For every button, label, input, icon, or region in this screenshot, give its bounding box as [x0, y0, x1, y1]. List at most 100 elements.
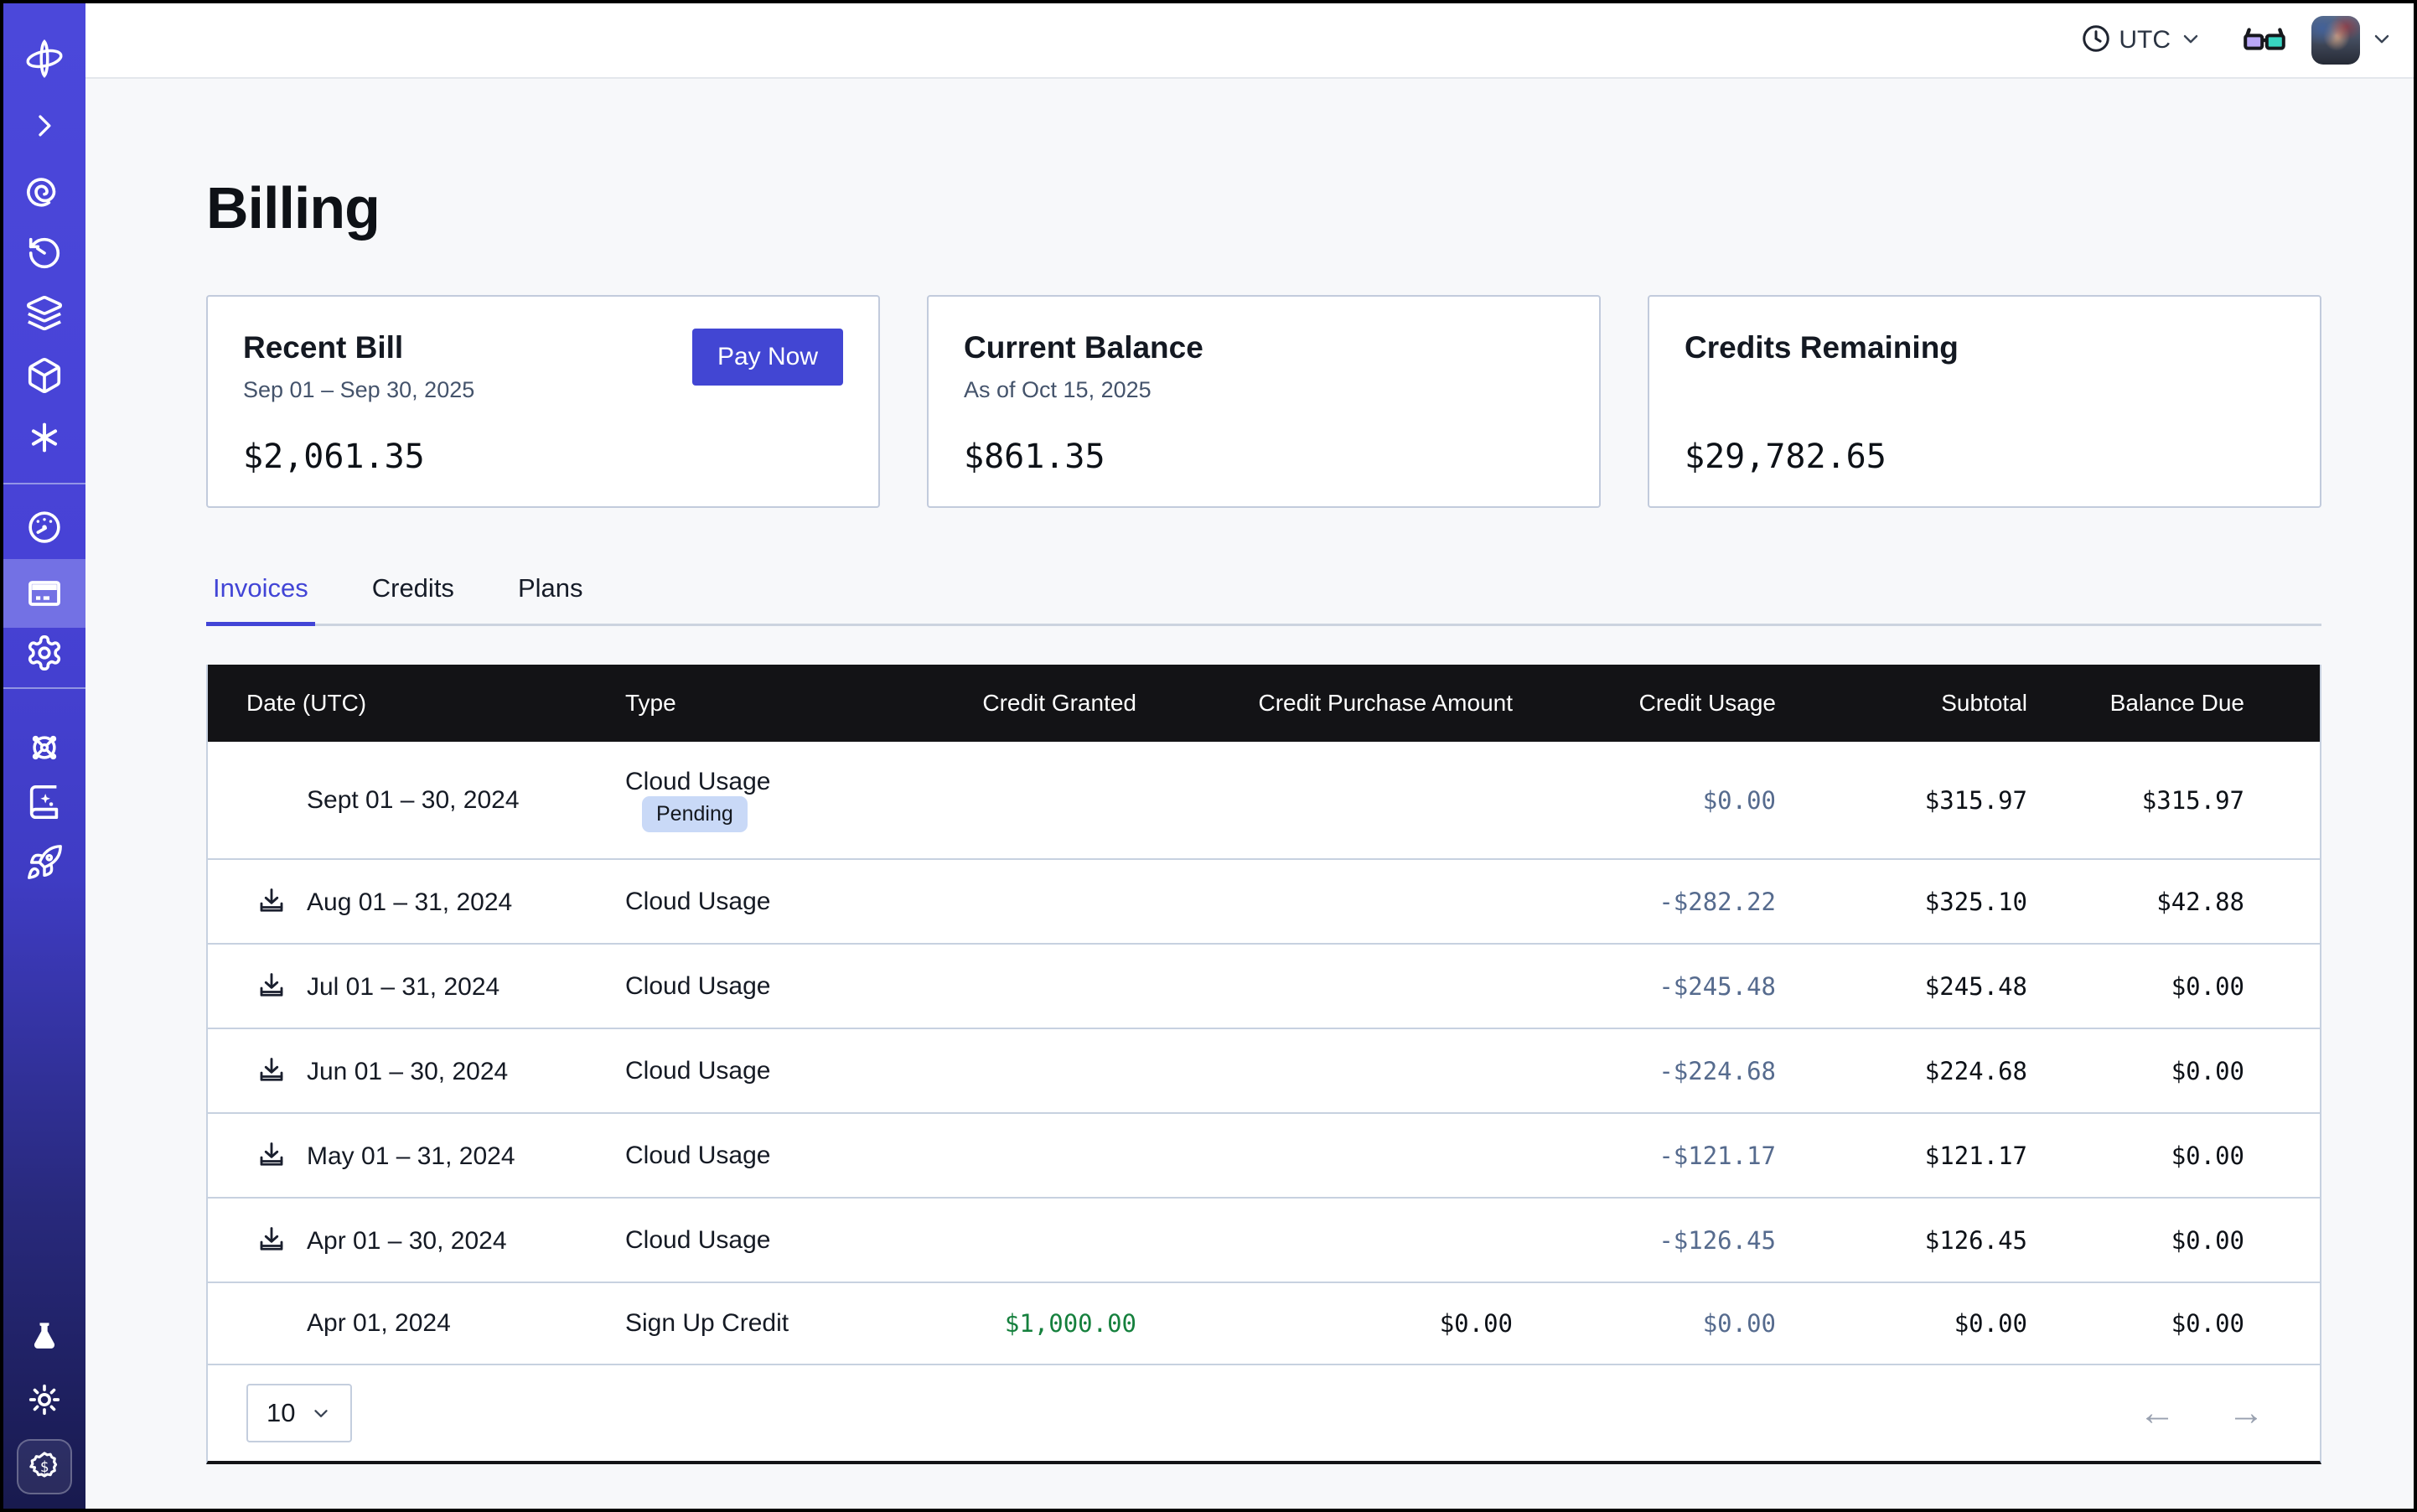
invoice-type: Cloud Usage — [625, 888, 770, 915]
balance-due-cell: $0.00 — [2027, 1198, 2320, 1282]
type-cell: Sign Up Credit — [625, 1282, 885, 1364]
subtotal-cell: $245.48 — [1776, 944, 2027, 1028]
date-cell: Apr 01, 2024 — [208, 1282, 625, 1364]
main-content: Billing Recent Bill Sep 01 – Sep 30, 202… — [206, 80, 2321, 1464]
layers-icon[interactable] — [3, 280, 85, 347]
cube-icon[interactable] — [3, 342, 85, 409]
credit-purchase-cell — [1136, 1113, 1513, 1198]
tab-plans[interactable]: Plans — [511, 563, 590, 624]
type-cell: Cloud Usage — [625, 1198, 885, 1282]
glasses-icon[interactable] — [2241, 20, 2288, 61]
invoices-table: Date (UTC) Type Credit Granted Credit Pu… — [206, 665, 2321, 1464]
download-invoice-icon[interactable] — [256, 1055, 287, 1085]
table-row: Jun 01 – 30, 2024Cloud Usage-$224.68$224… — [208, 1028, 2320, 1113]
date-cell: May 01 – 31, 2024 — [208, 1113, 625, 1198]
invoice-date: Aug 01 – 31, 2024 — [307, 888, 512, 916]
credit-card-icon — [24, 573, 65, 614]
credit-usage-cell: $0.00 — [1513, 742, 1776, 859]
credit-purchase-cell — [1136, 944, 1513, 1028]
topbar: UTC — [85, 3, 2414, 79]
invoice-date: May 01 – 31, 2024 — [307, 1142, 515, 1170]
pay-now-button[interactable]: Pay Now — [692, 329, 843, 386]
credit-purchase-cell — [1136, 742, 1513, 859]
sidebar: $ — [3, 3, 85, 1509]
download-invoice-icon[interactable] — [256, 886, 287, 916]
credit-usage-cell: -$121.17 — [1513, 1113, 1776, 1198]
credit-usage-cell: $0.00 — [1513, 1282, 1776, 1364]
gauge-icon[interactable] — [3, 494, 85, 561]
recent-bill-card: Recent Bill Sep 01 – Sep 30, 2025 $2,061… — [206, 295, 880, 508]
credit-usage-value: -$121.17 — [1659, 1142, 1776, 1170]
download-invoice-icon[interactable] — [256, 971, 287, 1001]
subtotal-cell: $315.97 — [1776, 742, 2027, 859]
table-footer: 10 ← → — [246, 1384, 2281, 1442]
expand-sidebar-chevron-icon[interactable] — [3, 92, 85, 159]
page-size-select[interactable]: 10 — [246, 1384, 352, 1442]
card-title: Credits Remaining — [1685, 330, 2285, 365]
date-cell: Jun 01 – 30, 2024 — [208, 1028, 625, 1113]
invoice-date: Sept 01 – 30, 2024 — [307, 786, 520, 814]
credits-remaining-amount: $29,782.65 — [1685, 438, 2285, 476]
credit-usage-cell: -$126.45 — [1513, 1198, 1776, 1282]
subtotal-cell: $126.45 — [1776, 1198, 2027, 1282]
col-balance-due: Balance Due — [2027, 665, 2320, 742]
invoice-type: Cloud Usage — [625, 1142, 770, 1169]
credit-usage-value: $0.00 — [1703, 1309, 1776, 1338]
credit-granted-cell — [885, 742, 1136, 859]
chevron-down-icon[interactable] — [2370, 27, 2394, 54]
tab-invoices[interactable]: Invoices — [206, 563, 315, 624]
tab-credits[interactable]: Credits — [365, 563, 461, 624]
col-credit-granted: Credit Granted — [885, 665, 1136, 742]
history-icon[interactable] — [3, 220, 85, 287]
flask-icon[interactable] — [3, 1304, 85, 1371]
prev-page-button[interactable]: ← — [2139, 1395, 2176, 1432]
card-subtitle — [1685, 377, 2285, 406]
user-avatar[interactable] — [2311, 16, 2360, 65]
table-row: Apr 01 – 30, 2024Cloud Usage-$126.45$126… — [208, 1198, 2320, 1282]
invoice-date: Jul 01 – 31, 2024 — [307, 973, 499, 1001]
timezone-selector[interactable]: UTC — [2119, 26, 2171, 54]
credits-remaining-card: Credits Remaining $29,782.65 — [1648, 295, 2321, 508]
chevron-down-icon[interactable] — [2179, 27, 2202, 54]
type-cell: Cloud Usage — [625, 859, 885, 944]
billing-page: $ UTC Billing Recent Bill Sep 01 – Sep 3… — [0, 0, 2417, 1512]
docs-book-icon[interactable] — [3, 769, 85, 836]
type-cell: Cloud Usage — [625, 944, 885, 1028]
download-invoice-icon[interactable] — [256, 1225, 287, 1255]
sidebar-divider — [3, 483, 85, 484]
settings-gear-icon[interactable] — [3, 619, 85, 686]
sidebar-divider — [3, 687, 85, 689]
billing-tabs: Invoices Credits Plans — [206, 563, 2321, 626]
type-cell: Cloud Usage — [625, 1113, 885, 1198]
invoice-type: Sign Up Credit — [625, 1309, 789, 1337]
balance-due-cell: $0.00 — [2027, 1028, 2320, 1113]
dollar-badge-icon: $ — [26, 1448, 63, 1485]
credit-granted-cell — [885, 944, 1136, 1028]
invoice-type: Cloud Usage — [625, 972, 770, 1000]
card-subtitle: As of Oct 15, 2025 — [964, 377, 1564, 406]
table-row: May 01 – 31, 2024Cloud Usage-$121.17$121… — [208, 1113, 2320, 1198]
col-type: Type — [625, 665, 885, 742]
orbit-logo-icon[interactable] — [3, 25, 85, 92]
download-invoice-icon[interactable] — [256, 1140, 287, 1170]
table-row: Jul 01 – 31, 2024 Cloud Usage -$245.48$245… — [208, 944, 2320, 1028]
col-date: Date (UTC) — [208, 665, 625, 742]
sun-icon[interactable] — [3, 1366, 85, 1433]
balance-due-cell: $315.97 — [2027, 742, 2320, 859]
col-subtotal: Subtotal — [1776, 665, 2027, 742]
balance-due-cell: $0.00 — [2027, 944, 2320, 1028]
credit-usage-value: -$126.45 — [1659, 1226, 1776, 1255]
page-size-value: 10 — [267, 1398, 295, 1428]
current-balance-amount: $861.35 — [964, 438, 1564, 476]
chevron-down-icon — [310, 1402, 332, 1424]
credit-purchase-cell — [1136, 1198, 1513, 1282]
asterisk-icon[interactable] — [3, 404, 85, 471]
next-page-button[interactable]: → — [2228, 1395, 2264, 1432]
rocket-icon[interactable] — [3, 829, 85, 896]
credit-usage-value: $0.00 — [1703, 786, 1776, 815]
credit-usage-value: -$245.48 — [1659, 972, 1776, 1001]
dollar-credits-button[interactable]: $ — [17, 1439, 72, 1494]
sidebar-item-billing[interactable] — [3, 559, 85, 628]
balance-due-cell: $42.88 — [2027, 859, 2320, 944]
spiral-icon[interactable] — [3, 159, 85, 226]
